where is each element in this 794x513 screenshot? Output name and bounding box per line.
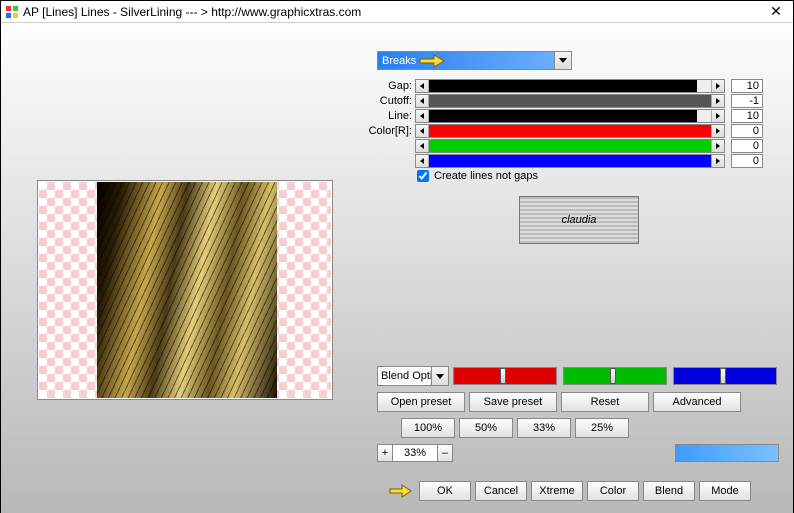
slider-right-arrow[interactable]: [711, 125, 724, 137]
mode-button[interactable]: Mode: [699, 481, 751, 501]
zoom-spinner[interactable]: + 33% –: [377, 444, 453, 462]
param-value[interactable]: 0: [731, 139, 763, 153]
reset-button[interactable]: Reset: [561, 392, 649, 412]
color-swatch[interactable]: [675, 444, 779, 462]
param-slider[interactable]: [415, 109, 725, 123]
slider-right-arrow[interactable]: [711, 155, 724, 167]
slider-track[interactable]: [429, 80, 711, 92]
param-label: Gap:: [339, 80, 415, 92]
param-slider[interactable]: [415, 94, 725, 108]
spinner-minus[interactable]: –: [437, 444, 453, 462]
checkbox-label: Create lines not gaps: [434, 170, 538, 182]
spinner-value: 33%: [393, 444, 437, 462]
checkbox-input[interactable]: [417, 170, 429, 182]
slider-track[interactable]: [429, 125, 711, 137]
dropdown-arrow-icon[interactable]: [554, 52, 571, 69]
param-slider[interactable]: [415, 154, 725, 168]
advanced-button[interactable]: Advanced: [653, 392, 741, 412]
param-slider[interactable]: [415, 79, 725, 93]
rgb-slider[interactable]: [563, 367, 667, 385]
param-value[interactable]: 10: [731, 109, 763, 123]
rgb-slider[interactable]: [453, 367, 557, 385]
logo-badge: claudia: [519, 196, 639, 244]
create-lines-checkbox[interactable]: Create lines not gaps: [417, 170, 538, 182]
param-slider[interactable]: [415, 124, 725, 138]
slider-left-arrow[interactable]: [416, 95, 429, 107]
titlebar: AP [Lines] Lines - SilverLining --- > ht…: [1, 1, 793, 23]
bottom-button-row: OK Cancel Xtreme Color Blend Mode: [389, 481, 751, 501]
param-value[interactable]: -1: [731, 94, 763, 108]
slider-track[interactable]: [429, 155, 711, 167]
cancel-button[interactable]: Cancel: [475, 481, 527, 501]
zoom-spinner-row: + 33% –: [377, 444, 453, 462]
slider-right-arrow[interactable]: [711, 140, 724, 152]
param-value[interactable]: 0: [731, 154, 763, 168]
blend-button[interactable]: Blend: [643, 481, 695, 501]
slider-track[interactable]: [429, 140, 711, 152]
parameter-sliders: Gap:10Cutoff:-1Line:10Color[R]:000: [339, 78, 787, 168]
ok-button[interactable]: OK: [419, 481, 471, 501]
color-swatch-row: [675, 444, 779, 462]
blend-mode-dropdown[interactable]: Blend Optic: [377, 366, 449, 386]
close-button[interactable]: ✕: [761, 2, 791, 22]
slider-right-arrow[interactable]: [711, 110, 724, 122]
slider-track[interactable]: [429, 110, 711, 122]
dropdown-arrow-icon[interactable]: [431, 367, 448, 385]
zoom-50-button[interactable]: 50%: [459, 418, 513, 438]
blend-mode-label: Blend Optic: [381, 370, 438, 382]
param-label: Cutoff:: [339, 95, 415, 107]
slider-right-arrow[interactable]: [711, 95, 724, 107]
save-preset-button[interactable]: Save preset: [469, 392, 557, 412]
zoom-row: 100% 50% 33% 25%: [401, 418, 629, 438]
slider-track[interactable]: [429, 95, 711, 107]
param-row: Line: 10: [339, 108, 787, 123]
logo-text: claudia: [562, 214, 597, 226]
zoom-25-button[interactable]: 25%: [575, 418, 629, 438]
preview-image: [97, 182, 277, 398]
param-slider[interactable]: [415, 139, 725, 153]
slider-knob[interactable]: [500, 368, 506, 384]
slider-left-arrow[interactable]: [416, 155, 429, 167]
param-label: Color[R]:: [339, 125, 415, 137]
slider-left-arrow[interactable]: [416, 110, 429, 122]
preview-checker: [39, 182, 331, 398]
param-row: Gap: 10: [339, 78, 787, 93]
param-row: 0: [339, 153, 787, 168]
rgb-blend-sliders: [453, 367, 777, 385]
pointer-hand-icon: [418, 53, 446, 69]
section-dropdown-label: Breaks: [382, 55, 416, 67]
color-button[interactable]: Color: [587, 481, 639, 501]
param-row: Cutoff: -1: [339, 93, 787, 108]
param-row: 0: [339, 138, 787, 153]
preset-row: Open preset Save preset Reset Advanced: [377, 392, 741, 412]
preview-hatch: [97, 182, 277, 398]
pointer-hand-icon: [389, 484, 413, 498]
slider-left-arrow[interactable]: [416, 125, 429, 137]
preview-panel: [37, 180, 333, 400]
param-row: Color[R]: 0: [339, 123, 787, 138]
slider-knob[interactable]: [720, 368, 726, 384]
open-preset-button[interactable]: Open preset: [377, 392, 465, 412]
zoom-33-button[interactable]: 33%: [517, 418, 571, 438]
app-icon: [5, 5, 19, 19]
slider-left-arrow[interactable]: [416, 140, 429, 152]
param-value[interactable]: 10: [731, 79, 763, 93]
zoom-100-button[interactable]: 100%: [401, 418, 455, 438]
param-value[interactable]: 0: [731, 124, 763, 138]
slider-left-arrow[interactable]: [416, 80, 429, 92]
blend-row: Blend Optic: [377, 366, 777, 386]
spinner-plus[interactable]: +: [377, 444, 393, 462]
xtreme-button[interactable]: Xtreme: [531, 481, 583, 501]
section-dropdown[interactable]: Breaks: [377, 51, 572, 70]
param-label: Line:: [339, 110, 415, 122]
slider-right-arrow[interactable]: [711, 80, 724, 92]
slider-knob[interactable]: [610, 368, 616, 384]
window-title: AP [Lines] Lines - SilverLining --- > ht…: [23, 5, 761, 19]
client-area: Breaks Gap:10Cutoff:-1Line:10Color[R]:00…: [1, 23, 793, 513]
rgb-slider[interactable]: [673, 367, 777, 385]
